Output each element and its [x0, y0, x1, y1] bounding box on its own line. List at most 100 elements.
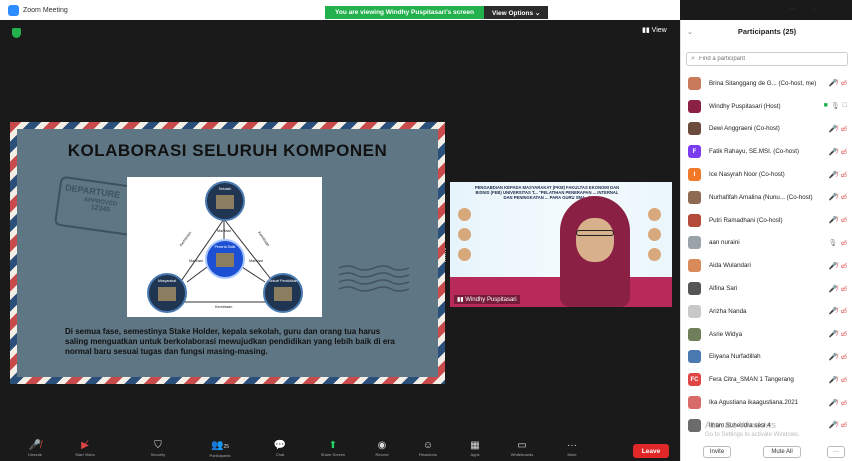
edge-label-left-inner: Manfaat [189, 259, 203, 263]
node-school: Sekolah [205, 181, 245, 221]
participant-row[interactable]: Windhy Puspitasari (Host) ■ 🎙 □ [681, 95, 852, 118]
slide-title: KOLABORASI SELURUH KOMPONEN [67, 141, 388, 160]
camera-off-icon: ▭̸ [840, 171, 847, 179]
node-students-label: Peserta Didik [214, 245, 236, 249]
participant-row[interactable]: Putri Ramadhani (Co-host) 🎤̸ ▭̸ [681, 209, 852, 232]
participant-status-icons: 🎤̸ ▭̸ [829, 399, 847, 407]
mic-muted-icon[interactable]: 🎤̸ [829, 171, 838, 179]
participant-avatar [688, 213, 701, 227]
windows-activation-watermark: Activate Windows Go to Settings to activ… [705, 420, 800, 438]
minimize-button[interactable]: – [790, 4, 794, 13]
encryption-shield-icon[interactable] [12, 28, 21, 38]
whiteboards-button[interactable]: ▭ Whiteboards [507, 440, 537, 457]
participant-name: Aida Wulandari [709, 262, 751, 270]
maximize-button[interactable]: ▫ [812, 4, 815, 13]
participant-row[interactable]: F Fatik Rahayu, SE.MSI. (Co-host) 🎤̸ ▭̸ [681, 140, 852, 163]
mic-muted-icon[interactable]: 🎤̸ [829, 376, 838, 384]
participant-name: Alfina Sari [709, 285, 738, 293]
participant-row[interactable]: Ika Agustiana ikaagustiana.2021 🎤̸ ▭̸ [681, 391, 852, 414]
chat-button[interactable]: 💬 Chat [265, 440, 295, 457]
participant-video-tile[interactable]: PENGABDIAN KEPADA MASYARAKAT (PKM) FAKUL… [450, 182, 672, 307]
leave-button[interactable]: Leave [633, 444, 669, 458]
participant-avatar: I [688, 168, 701, 182]
participant-status-icons: 🎤̸ ▭̸ [829, 79, 847, 87]
postmark-waves [339, 265, 409, 292]
node-students: Peserta Didik [205, 239, 245, 279]
camera-off-icon: ▭̸ [840, 194, 847, 202]
participant-search[interactable]: ⌕ [686, 52, 848, 66]
participant-row[interactable]: Dewi Anggraeni (Co-host) 🎤̸ ▭̸ [681, 118, 852, 141]
participant-name: Dewi Anggraeni (Co-host) [709, 125, 780, 133]
more-button[interactable]: ··· More [557, 440, 587, 457]
unmute-button[interactable]: 🎤̸ Unmute [20, 440, 50, 457]
participant-row[interactable]: Aida Wulandari 🎤̸ ▭̸ [681, 254, 852, 277]
participant-row[interactable]: Nurhafifah Amalina (Nunu... (Co-host) 🎤̸ ▭… [681, 186, 852, 209]
participant-status-icons: ■ 🎙 □ [824, 102, 847, 110]
mic-muted-icon[interactable]: 🎤̸ [829, 421, 838, 429]
participant-status-icons: 🎤̸ ▭̸ [829, 148, 847, 156]
camera-on-icon: ■ [823, 102, 828, 110]
school-photo [216, 195, 234, 209]
mic-on-icon[interactable]: 🎙 [831, 102, 840, 110]
panel-more-button[interactable]: ··· [827, 446, 845, 458]
participant-status-icons: 🎤̸ ▭̸ [829, 285, 847, 293]
view-options-button[interactable]: View Options ⌄ [484, 6, 549, 19]
mic-muted-icon[interactable]: 🎤̸ [829, 307, 838, 315]
start-video-button[interactable]: ▶̸ Start Video [70, 440, 100, 457]
shared-slide: KOLABORASI SELURUH KOMPONEN DEPARTURE AP… [10, 122, 445, 384]
mic-on-icon[interactable]: 🎙 [828, 239, 837, 247]
mic-muted-icon[interactable]: 🎤̸ [829, 193, 838, 201]
mic-muted-icon[interactable]: 🎤̸ [829, 125, 838, 133]
edge-label-bottom: Kemitraan [215, 305, 233, 309]
participant-row[interactable]: Asrie Widya 🎤̸ ▭̸ [681, 323, 852, 346]
participant-status-icons: 🎤̸ ▭̸ [829, 307, 847, 315]
participant-name: Arizha Nanda [709, 307, 747, 315]
participant-row[interactable]: Eliyana Nurfadillah 🎤̸ ▭̸ [681, 346, 852, 369]
mic-muted-icon[interactable]: 🎤̸ [829, 262, 838, 270]
view-label: View [651, 27, 667, 34]
reactions-button[interactable]: ☺ Reactions [413, 440, 443, 457]
speaker-avatar-5 [648, 228, 661, 241]
split-divider-handle[interactable] [445, 248, 449, 262]
participant-name: Ika Agustiana ikaagustiana.2021 [709, 399, 799, 407]
mic-muted-icon[interactable]: 🎤̸ [829, 399, 838, 407]
apps-button[interactable]: ▦ Apps [460, 440, 490, 457]
camera-off-icon: ▭̸ [840, 262, 847, 270]
record-label: Record [375, 452, 389, 457]
whiteboards-label: Whiteboards [510, 452, 534, 457]
participant-row[interactable]: Brina Sitanggang de G... (Co-host, me) 🎤̸… [681, 72, 852, 95]
view-button[interactable]: ▮▮ View [642, 26, 667, 34]
participant-search-input[interactable] [699, 54, 839, 64]
camera-off-icon: ▭̸ [840, 399, 847, 407]
participant-avatar: F [688, 145, 701, 159]
mic-muted-icon[interactable]: 🎤̸ [829, 148, 838, 156]
speaker-glasses [576, 230, 614, 236]
participant-avatar: FC [688, 373, 701, 387]
record-button[interactable]: ◉ Record [367, 440, 397, 457]
speaker-avatar-1 [458, 208, 471, 221]
participant-row[interactable]: I Ice Nasyrah Noor (Co-host) 🎤̸ ▭̸ [681, 163, 852, 186]
participant-name: Fera Citra_SMAN 1 Tangerang [709, 376, 794, 384]
mic-muted-icon[interactable]: 🎤̸ [829, 285, 838, 293]
participant-name: Asrie Widya [709, 330, 743, 338]
share-screen-button[interactable]: ⬆ Share Screen [318, 440, 348, 457]
mic-muted-icon[interactable]: 🎤̸ [829, 330, 838, 338]
invite-button[interactable]: Invite [703, 446, 731, 458]
participants-button[interactable]: 👥25 Participants [205, 440, 235, 458]
participant-row[interactable]: Alfina Sari 🎤̸ ▭̸ [681, 277, 852, 300]
participant-list: Brina Sitanggang de G... (Co-host, me) 🎤̸… [681, 72, 852, 437]
mic-muted-icon[interactable]: 🎤̸ [829, 353, 838, 361]
security-button[interactable]: ⛉ Security [143, 440, 173, 457]
edge-label-right-inner: Manfaat [249, 259, 263, 263]
mic-muted-icon[interactable]: 🎤̸ [829, 79, 838, 87]
camera-off-icon: ▭̸ [840, 125, 847, 133]
record-icon: ◉ [377, 440, 387, 451]
participant-row[interactable]: FC Fera Citra_SMAN 1 Tangerang 🎤̸ ▭̸ [681, 368, 852, 391]
participant-row[interactable]: Arizha Nanda 🎤̸ ▭̸ [681, 300, 852, 323]
mute-all-button[interactable]: Mute All [763, 446, 801, 458]
participant-status-icons: 🎙 ▭̸ [828, 239, 847, 247]
search-icon: ⌕ [691, 55, 695, 62]
mic-muted-icon: 🎤̸ [28, 440, 42, 451]
participant-row[interactable]: aan nuraini 🎙 ▭̸ [681, 232, 852, 255]
mic-muted-icon[interactable]: 🎤̸ [829, 216, 838, 224]
